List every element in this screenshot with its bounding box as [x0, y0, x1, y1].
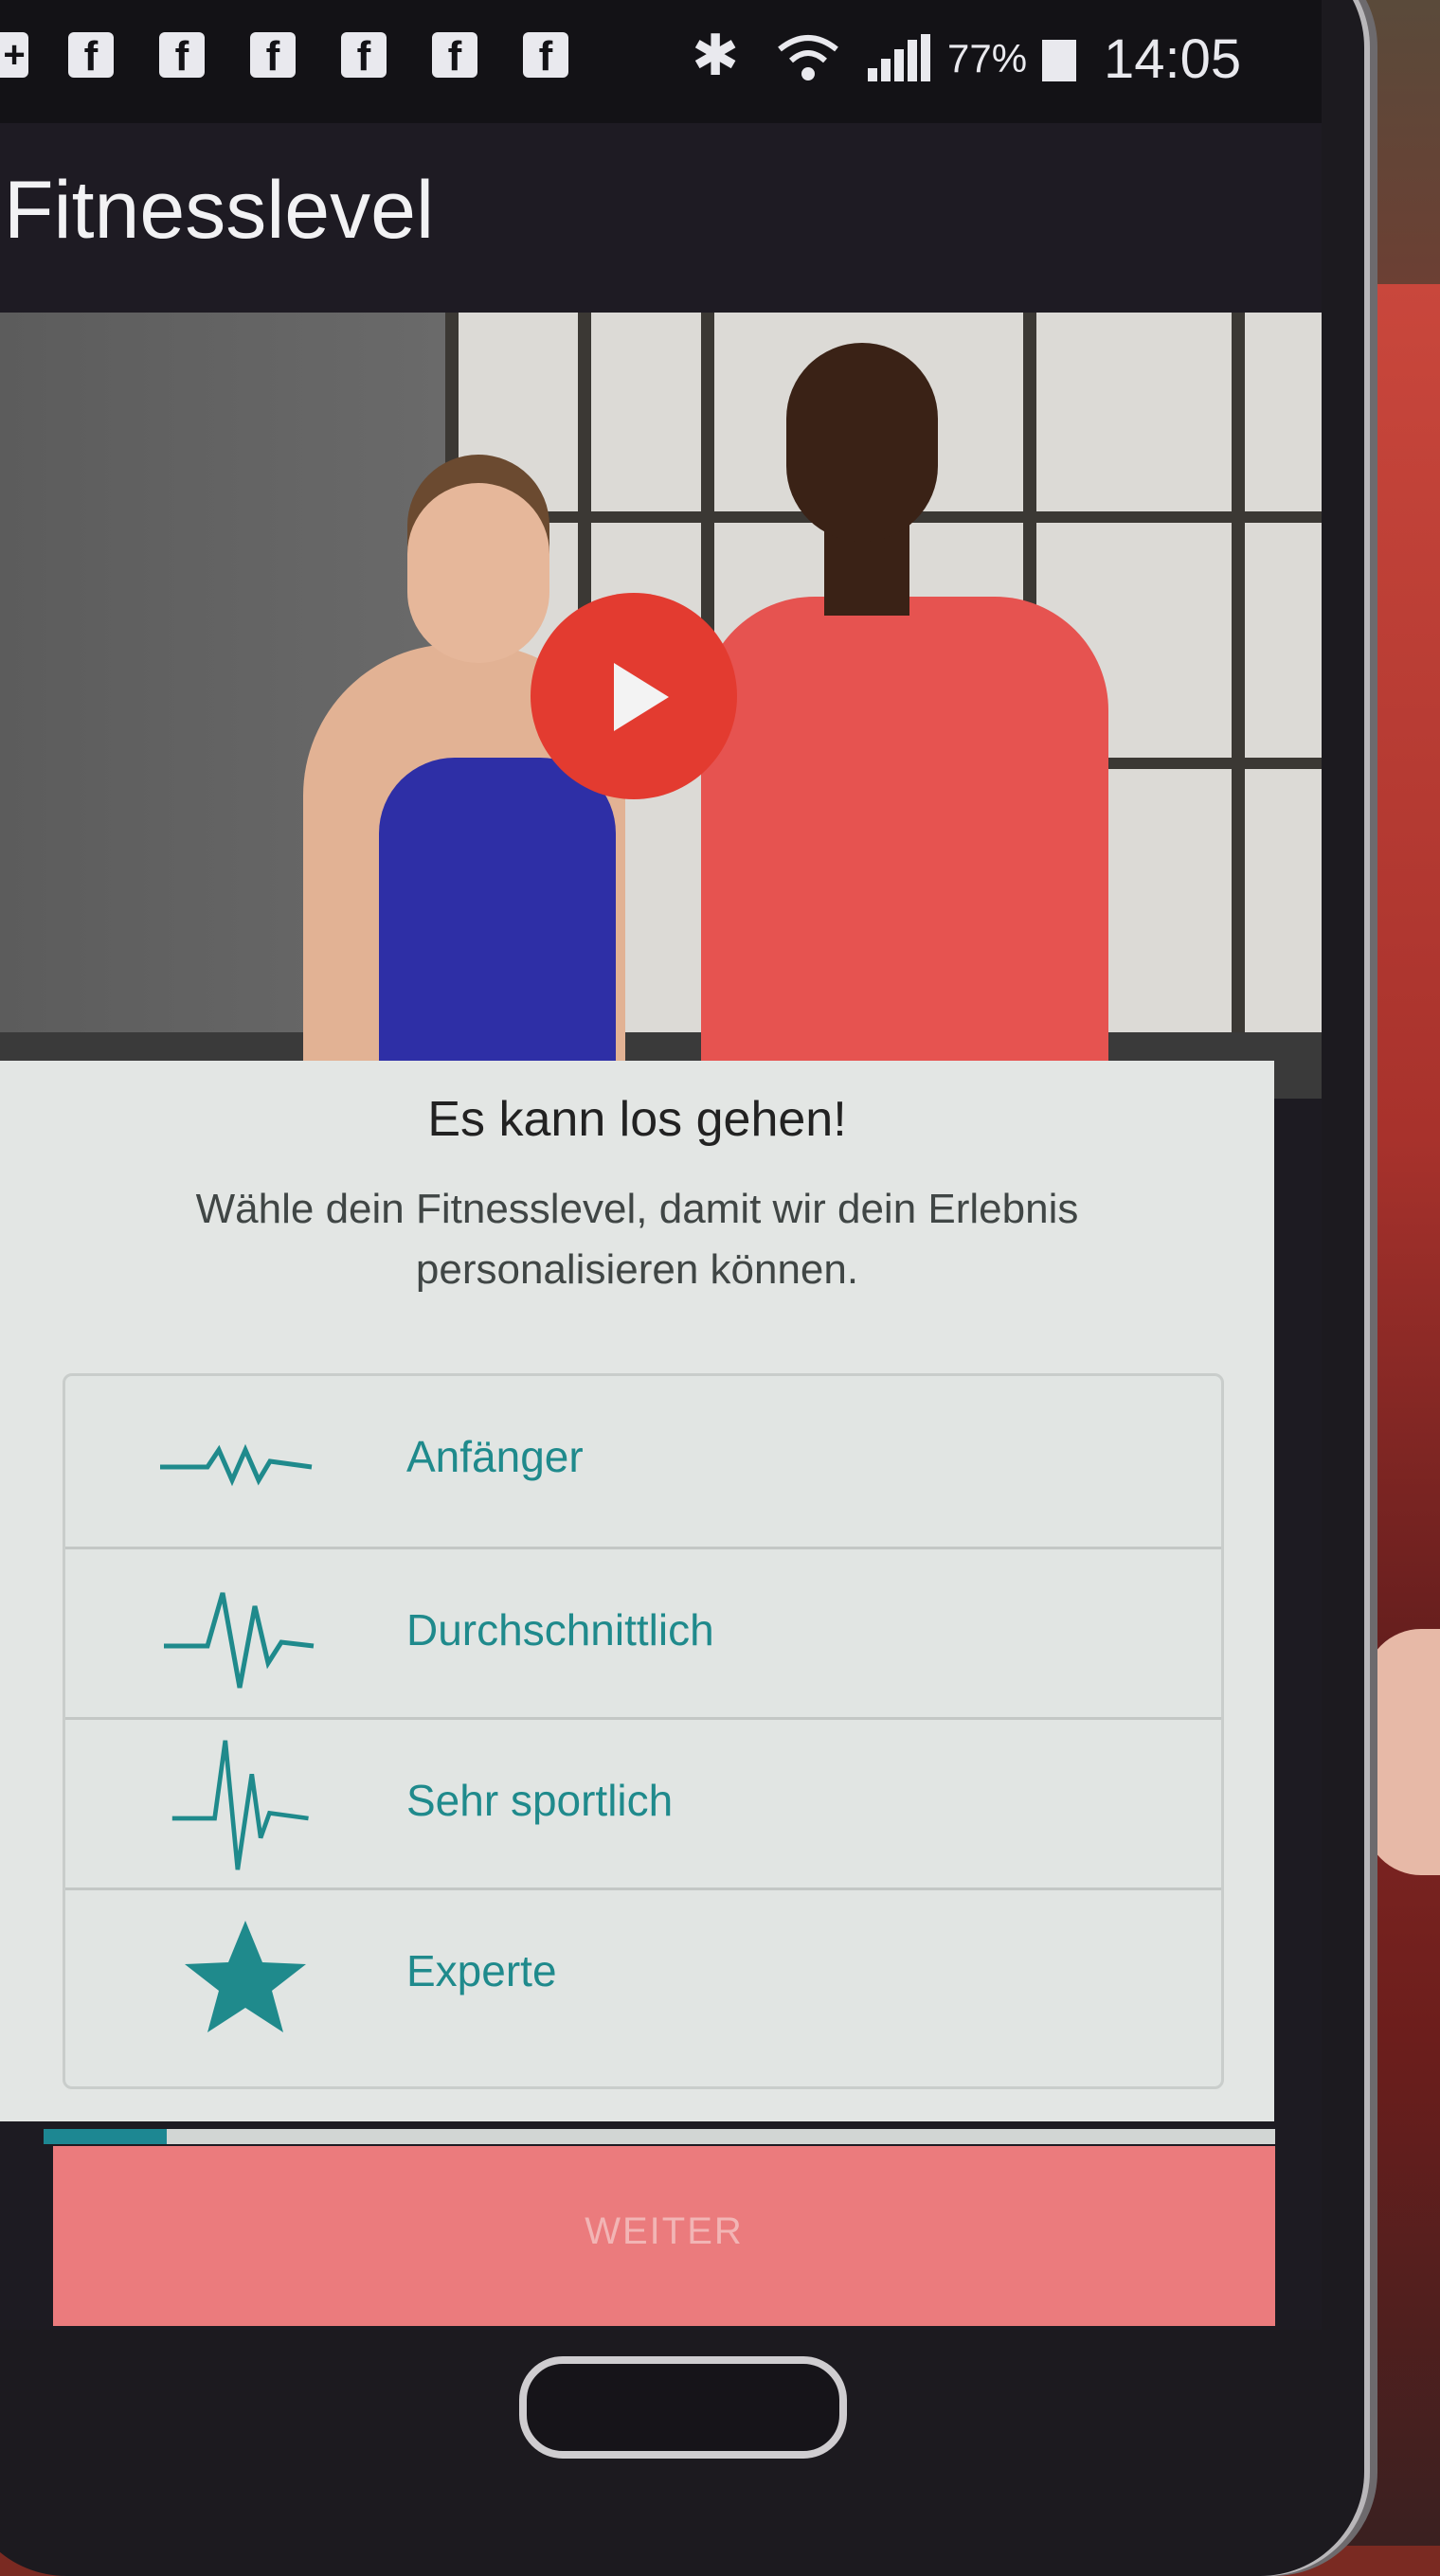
facebook-icon: f [341, 32, 387, 80]
clock: 14:05 [1104, 28, 1242, 90]
facebook-icon: f [159, 32, 205, 80]
level-option-beginner[interactable]: Anfänger [65, 1376, 1221, 1547]
status-bar: + f f f f f f ✱ 77% 14:05 [0, 0, 1322, 123]
background-light [1355, 284, 1440, 1705]
progress-fill [44, 2129, 167, 2144]
play-button[interactable] [531, 593, 737, 799]
facebook-icon: f [250, 32, 296, 80]
home-button[interactable] [519, 2356, 847, 2459]
intro-description: Wähle dein Fitnesslevel, damit wir dein … [195, 1186, 1079, 1293]
trainer-man [701, 597, 1108, 1099]
heartbeat-low-icon [160, 1443, 313, 1487]
facebook-icon: f [68, 32, 114, 80]
phone-screen: + f f f f f f ✱ 77% 14:05 Fitnesslevel E… [0, 0, 1322, 2330]
heartbeat-high-icon [171, 1740, 309, 1870]
wifi-icon [778, 35, 838, 80]
battery-icon [1042, 40, 1076, 81]
facebook-icon: f [523, 32, 568, 80]
plus-notification-icon: + [0, 32, 28, 78]
page-title: Fitnesslevel [4, 165, 435, 256]
heartbeat-medium-icon [164, 1592, 315, 1689]
bluetooth-icon: ✱ [692, 24, 740, 87]
level-label: Durchschnittlich [406, 1605, 714, 1655]
level-option-average[interactable]: Durchschnittlich [65, 1547, 1221, 1720]
level-label: Experte [406, 1946, 557, 1995]
phone-body: + f f f f f f ✱ 77% 14:05 Fitnesslevel E… [0, 0, 1364, 2576]
next-button[interactable]: WEITER [53, 2146, 1275, 2326]
facebook-icon: f [432, 32, 477, 80]
holding-finger [1364, 1629, 1440, 1875]
progress-track [44, 2129, 1275, 2144]
level-option-very-sporty[interactable]: Sehr sportlich [65, 1717, 1221, 1890]
star-icon [185, 1921, 306, 2032]
level-label: Sehr sportlich [406, 1776, 674, 1825]
intro-title: Es kann los gehen! [427, 1092, 847, 1147]
level-option-expert[interactable]: Experte [65, 1887, 1221, 2061]
play-icon [614, 663, 669, 731]
level-label: Anfänger [406, 1432, 584, 1481]
fitness-level-list: Anfänger Durchschnittlich Sehr sportlich… [63, 1373, 1224, 2089]
signal-icon [868, 34, 930, 81]
battery-percent: 77% [947, 36, 1028, 80]
next-button-label: WEITER [585, 2210, 744, 2252]
